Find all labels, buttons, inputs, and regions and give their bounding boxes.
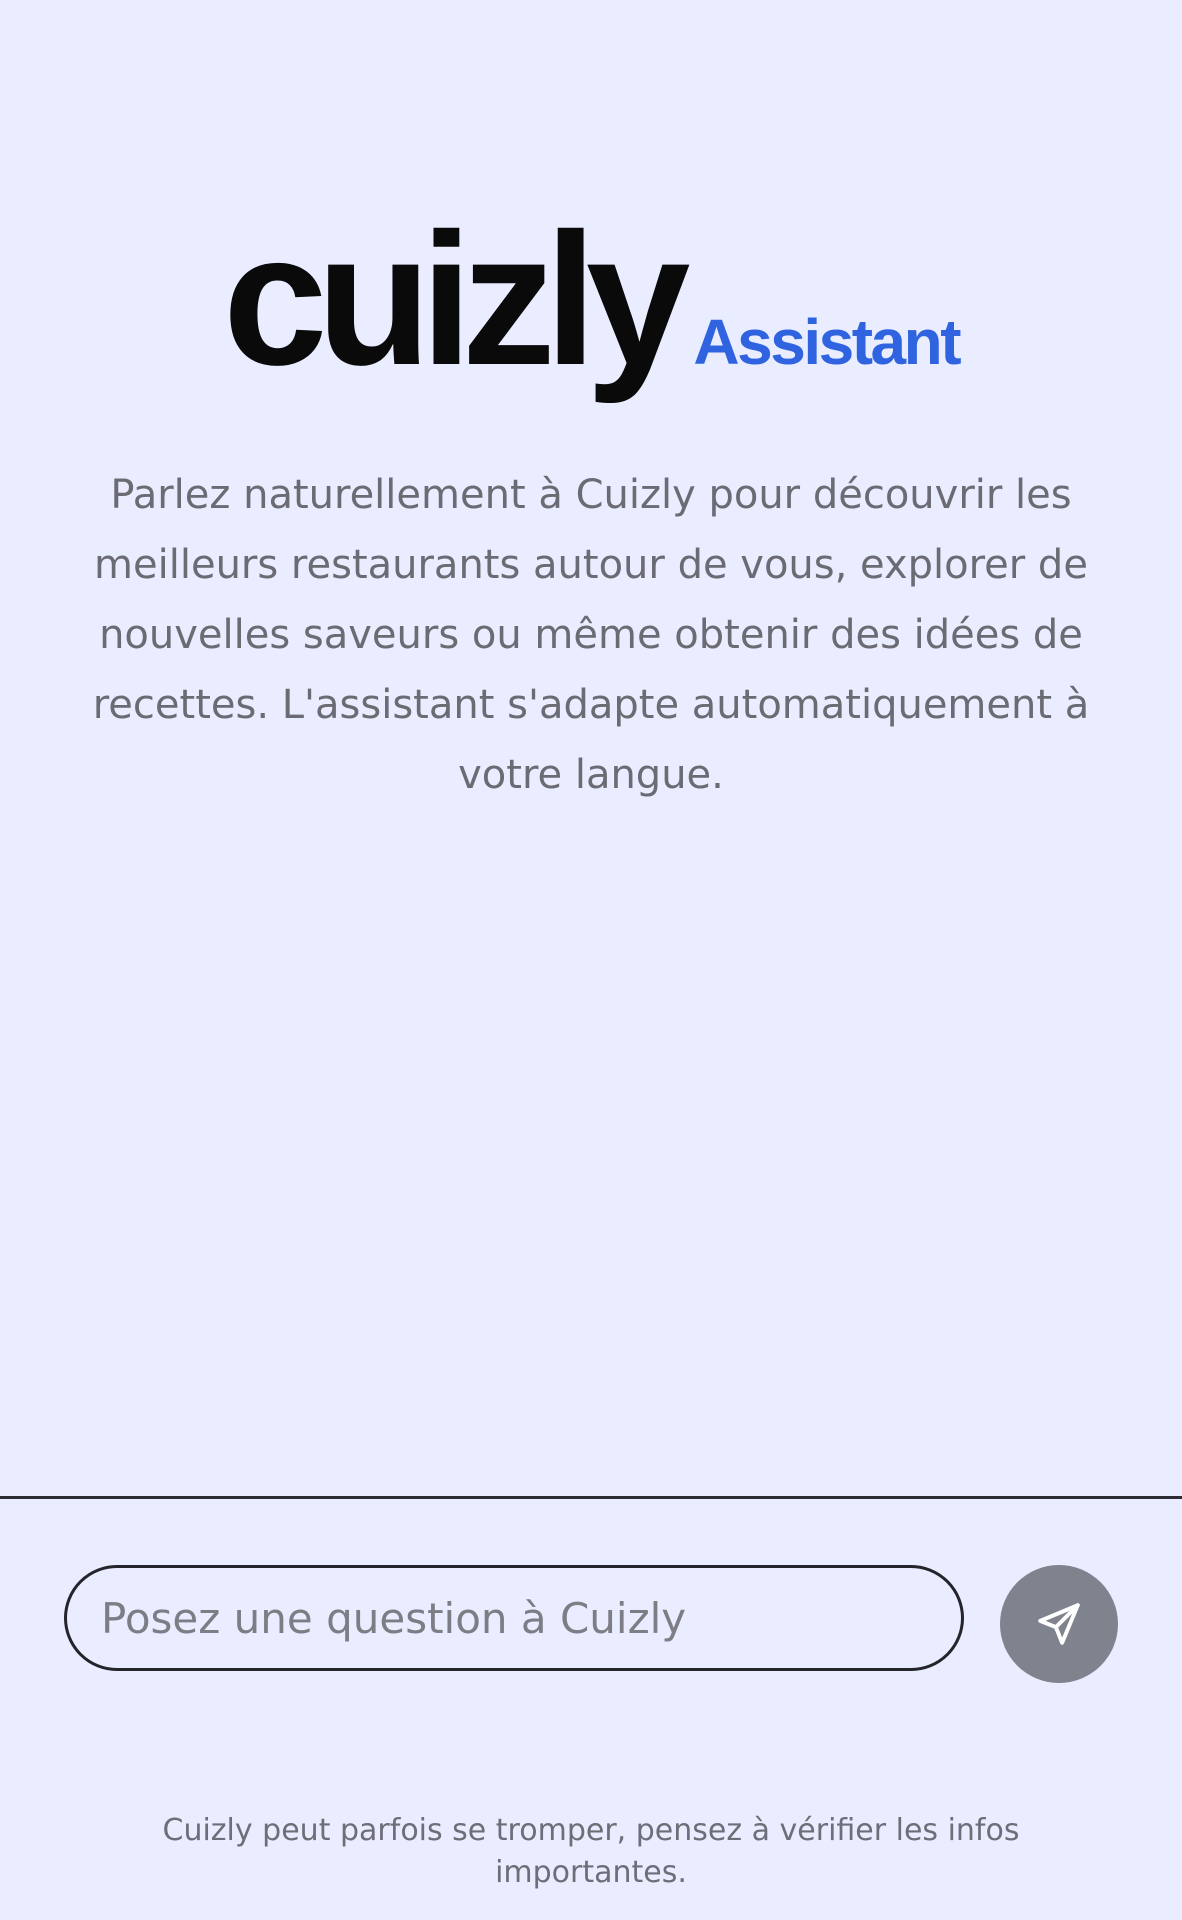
send-button[interactable]	[1000, 1565, 1118, 1683]
disclaimer-text: Cuizly peut parfois se tromper, pensez à…	[162, 1813, 1020, 1890]
logo: cuizly Assistant	[0, 205, 1182, 393]
composer-divider	[0, 1496, 1182, 1499]
intro-text: Parlez naturellement à Cuizly pour décou…	[92, 472, 1090, 798]
send-icon	[1038, 1603, 1080, 1645]
logo-assistant-label: Assistant	[693, 306, 961, 378]
logo-wordmark: cuizly	[222, 194, 690, 404]
question-input[interactable]	[101, 1593, 921, 1643]
question-input-container[interactable]	[64, 1565, 964, 1671]
